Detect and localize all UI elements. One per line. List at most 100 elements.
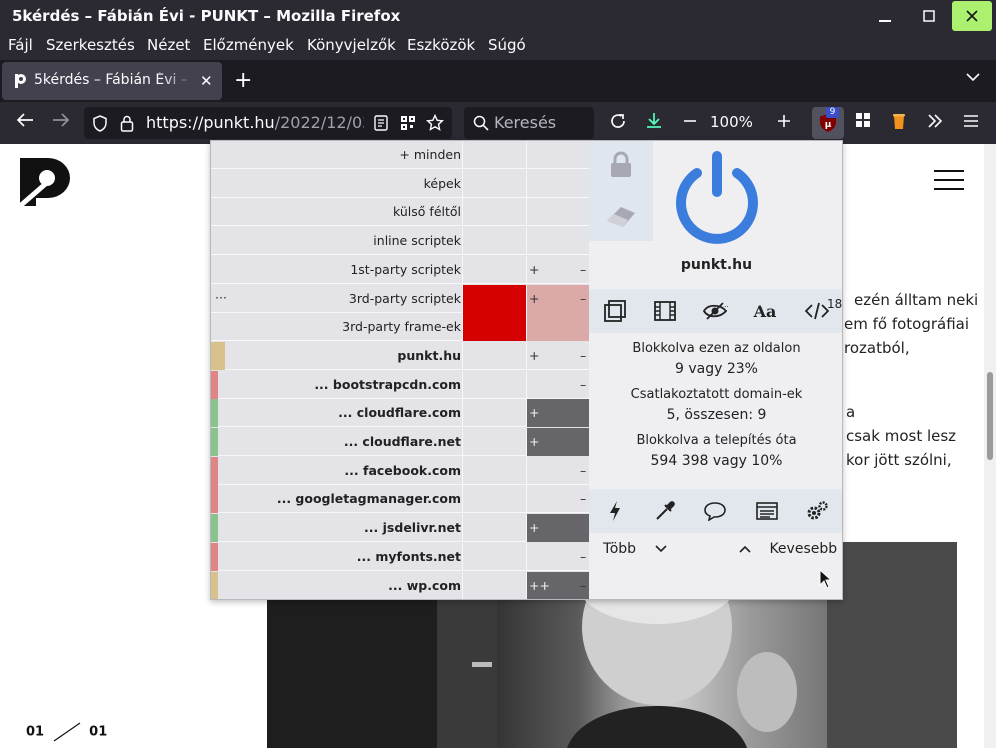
site-menu-hamburger-icon[interactable] [934,170,964,190]
firewall-global-cell[interactable] [462,198,526,227]
firewall-row[interactable]: ... facebook.com – [211,456,589,485]
reader-view-icon[interactable] [374,115,388,131]
back-button[interactable] [14,112,36,133]
firewall-global-cell[interactable] [462,485,526,514]
menu-view[interactable]: Nézet [147,36,190,54]
maximize-button[interactable] [906,0,952,32]
firewall-row[interactable]: képek [211,169,589,198]
firewall-global-cell[interactable] [462,227,526,256]
firewall-global-cell[interactable] [462,284,526,313]
firewall-global-cell[interactable] [462,428,526,456]
new-tab-button[interactable]: + [234,68,252,93]
tracking-shield-icon[interactable] [92,115,108,132]
settings-gears-icon[interactable] [803,499,831,523]
firewall-row-label: ... googletagmanager.com [276,491,461,507]
firewall-row[interactable]: ... wp.com ++ – [211,571,589,599]
zoom-level[interactable]: 100% [710,113,753,131]
firewall-global-cell[interactable] [462,514,526,543]
power-button-icon[interactable] [669,147,765,247]
tab-close-icon[interactable]: ✕ [200,72,213,90]
list-all-tabs-chevron-icon[interactable] [966,70,980,86]
popup-tools [589,489,842,533]
firewall-local-cell[interactable] [526,198,589,227]
firewall-global-cell[interactable] [462,399,526,428]
padlock-icon[interactable] [120,115,134,132]
firewall-local-cell[interactable] [526,141,589,169]
firewall-row-expand-ellipsis[interactable]: ··· [215,290,227,305]
lock-icon[interactable] [609,151,633,179]
logger-list-icon[interactable] [753,499,781,523]
less-button[interactable]: Kevesebb [739,541,837,557]
firewall-block-mark: – [580,548,587,564]
menu-tools[interactable]: Eszközök [407,36,475,54]
firewall-global-cell[interactable] [462,370,526,399]
minimize-button[interactable] [862,0,908,32]
menu-bookmarks[interactable]: Könyvjelzők [307,36,396,54]
menu-bar: Fájl Szerkesztés Nézet Előzmények Könyvj… [0,32,996,60]
media-film-icon[interactable] [651,299,679,323]
bookmark-star-icon[interactable] [426,114,444,132]
page-scrollbar[interactable] [984,144,996,748]
tab-active[interactable]: 5kérdés – Fábián Évi – PUNKT ✕ [2,62,222,100]
remote-fonts-icon[interactable]: Aa [751,299,779,323]
more-button[interactable]: Több [603,541,667,557]
popup-block-icon[interactable] [601,299,629,323]
eraser-icon[interactable] [605,203,637,229]
firewall-row[interactable]: ... cloudflare.com + [211,399,589,428]
firewall-row[interactable]: ... bootstrapcdn.com – [211,370,589,399]
firewall-row[interactable]: ... jsdelivr.net + [211,514,589,543]
eyedropper-picker-icon[interactable] [651,499,679,523]
firewall-local-cell[interactable] [526,313,589,342]
firewall-global-cell[interactable] [462,542,526,571]
firewall-row[interactable]: ... myfonts.net – [211,542,589,571]
firewall-block-mark: – [580,577,587,593]
search-bar[interactable]: Keresés [464,107,594,139]
window-title: 5kérdés – Fábián Évi - PUNKT – Mozilla F… [12,7,401,25]
firewall-row[interactable]: külső féltől [211,198,589,227]
menu-history[interactable]: Előzmények [203,36,294,54]
zoom-out-button[interactable] [680,112,700,133]
extensions-button[interactable] [852,112,874,133]
firewall-global-cell[interactable] [462,141,526,169]
firewall-row[interactable]: inline scriptek [211,227,589,256]
dynamic-filtering-pane: + minden képek külső féltől inline scriptek… [211,141,589,599]
firewall-global-cell[interactable] [462,313,526,342]
menu-file[interactable]: Fájl [8,36,33,54]
overflow-menu-button[interactable] [924,112,946,133]
menu-edit[interactable]: Szerkesztés [46,36,135,54]
scrollbar-thumb[interactable] [987,372,993,460]
firewall-row-label: + minden [399,147,461,162]
firewall-row-status-bar [211,370,218,399]
firewall-row[interactable]: 1st-party scriptek + – [211,255,589,284]
firewall-global-cell[interactable] [462,255,526,284]
url-bar[interactable]: https://punkt.hu/2022/12/03/5kerdes-fabi… [84,107,452,139]
firewall-row[interactable]: + minden [211,141,589,169]
firewall-row[interactable]: ... cloudflare.net + [211,428,589,456]
search-icon [473,115,489,131]
firewall-global-cell[interactable] [462,341,526,370]
firewall-row-label: punkt.hu [397,347,461,363]
firewall-row[interactable]: 3rd-party frame-ek [211,313,589,342]
cosmetic-eye-icon[interactable]: ... [701,299,729,323]
firewall-row[interactable]: ... googletagmanager.com – [211,485,589,514]
forward-button[interactable] [50,112,72,133]
firewall-global-cell[interactable] [462,456,526,485]
firewall-row[interactable]: punkt.hu + – [211,341,589,370]
firewall-global-cell[interactable] [462,169,526,198]
side-tools [589,141,653,241]
zoom-in-button[interactable] [774,112,794,133]
firewall-local-cell[interactable] [526,227,589,256]
firewall-local-cell[interactable] [526,169,589,198]
firewall-row[interactable]: ··· 3rd-party scriptek + – [211,284,589,313]
reload-button[interactable] [607,112,629,135]
downloads-button[interactable] [643,112,665,135]
qr-code-icon[interactable] [400,115,416,131]
extension-bin-button[interactable] [888,112,910,135]
app-menu-button[interactable] [960,112,982,133]
close-window-button[interactable] [952,1,992,31]
firewall-global-cell[interactable] [462,571,526,599]
menu-help[interactable]: Súgó [488,36,526,54]
punkt-logo-icon[interactable] [20,156,72,206]
lightning-zap-icon[interactable] [601,499,629,523]
report-speech-bubble-icon[interactable] [701,499,729,523]
